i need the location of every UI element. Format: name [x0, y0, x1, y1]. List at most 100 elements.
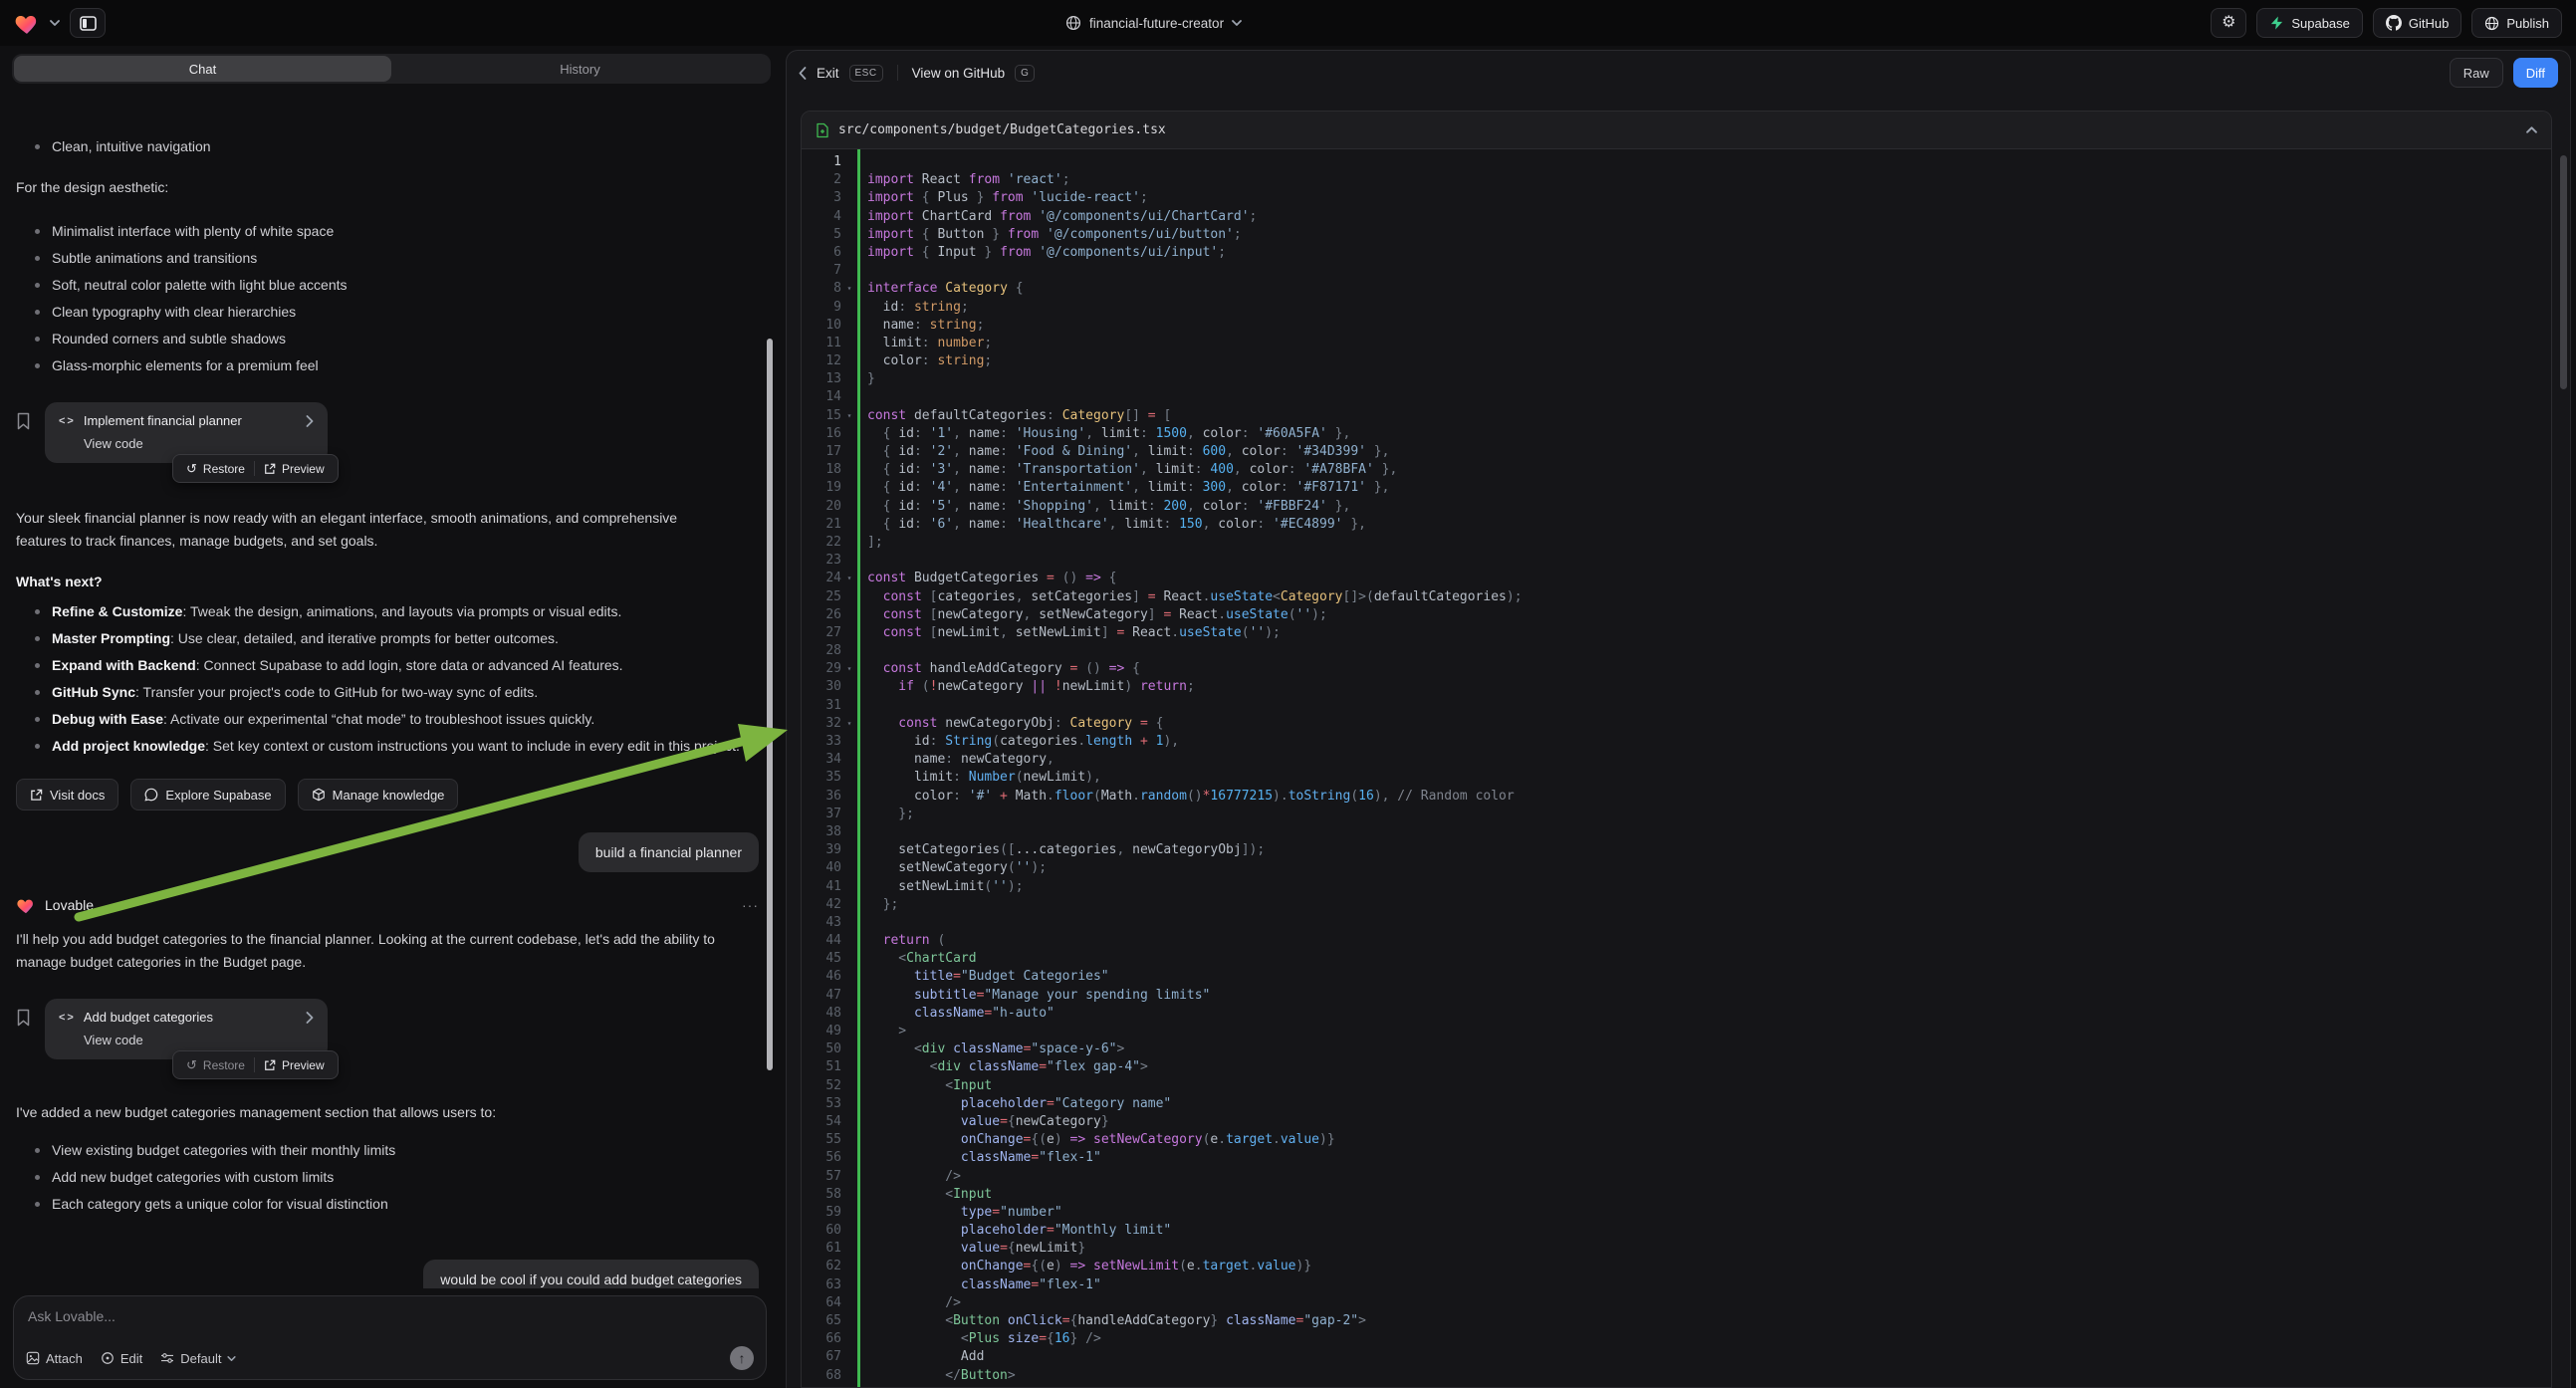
user-message-bubble: build a financial planner: [579, 832, 759, 872]
code-brackets-icon: <>: [59, 1012, 76, 1024]
raw-toggle-button[interactable]: Raw: [2450, 58, 2503, 88]
diff-toggle-button[interactable]: Diff: [2513, 58, 2558, 88]
globe-icon: [1065, 15, 1081, 31]
chevron-down-icon: [227, 1356, 236, 1361]
code-scrollbar[interactable]: [2560, 155, 2567, 389]
project-name: financial-future-creator: [1089, 16, 1224, 31]
code-line: 18 { id: '3', name: 'Transportation', li…: [802, 461, 2551, 479]
sidebar-toggle-button[interactable]: [70, 8, 106, 38]
code-line: 23: [802, 552, 2551, 570]
list-item: Glass-morphic elements for a premium fee…: [52, 352, 759, 379]
code-line: 21 { id: '6', name: 'Healthcare', limit:…: [802, 516, 2551, 534]
chat-input[interactable]: [28, 1308, 752, 1334]
code-line: 25 const [categories, setCategories] = R…: [802, 588, 2551, 606]
file-header-bar[interactable]: src/components/budget/BudgetCategories.t…: [802, 112, 2551, 149]
version-card-add-budget-categories[interactable]: <> Add budget categories View code ↺ Res…: [45, 999, 328, 1059]
code-line: 49 >: [802, 1023, 2551, 1041]
restore-button[interactable]: ↺ Restore: [177, 455, 254, 482]
code-line: 46 title="Budget Categories": [802, 968, 2551, 986]
package-icon: [312, 788, 326, 802]
code-line: 19 { id: '4', name: 'Entertainment', lim…: [802, 479, 2551, 497]
list-item: Soft, neutral color palette with light b…: [52, 272, 759, 299]
github-button[interactable]: GitHub: [2373, 8, 2461, 38]
code-line: 10 name: string;: [802, 317, 2551, 335]
attach-image-icon: [26, 1351, 40, 1365]
list-item: Add new budget categories with custom li…: [52, 1164, 759, 1191]
explore-supabase-button[interactable]: Explore Supabase: [130, 779, 285, 810]
file-diff-card: src/components/budget/BudgetCategories.t…: [801, 111, 2552, 1388]
code-line: 28: [802, 642, 2551, 660]
supabase-button[interactable]: Supabase: [2256, 8, 2363, 38]
chevron-left-icon: [799, 67, 807, 80]
view-code-link[interactable]: View code: [84, 1033, 314, 1047]
header-divider: [897, 65, 898, 81]
tab-history[interactable]: History: [391, 56, 769, 82]
list-item: Each category gets a unique color for vi…: [52, 1191, 759, 1218]
lovable-heart-icon: [16, 896, 36, 914]
chevron-right-icon: [306, 415, 314, 427]
code-line: 43: [802, 914, 2551, 932]
chat-panel: Chat History Clean, intuitive navigation…: [10, 46, 773, 1388]
assistant-name: Lovable: [45, 897, 94, 913]
edit-button[interactable]: Edit: [101, 1351, 142, 1366]
code-line: 11 limit: number;: [802, 335, 2551, 352]
view-code-link[interactable]: View code: [84, 436, 314, 451]
code-line: 36 color: '#' + Math.floor(Math.random()…: [802, 788, 2551, 806]
settings-button[interactable]: ⚙: [2211, 8, 2246, 38]
github-icon: [2386, 15, 2402, 31]
restore-preview-pill: ↺ Restore Preview: [172, 454, 339, 483]
list-item: Minimalist interface with plenty of whit…: [52, 218, 759, 245]
publish-button[interactable]: Publish: [2471, 8, 2562, 38]
tab-chat[interactable]: Chat: [14, 56, 391, 82]
list-item: View existing budget categories with the…: [52, 1137, 759, 1164]
lovable-logo-heart-icon[interactable]: [14, 11, 40, 35]
code-line: 56 className="flex-1": [802, 1149, 2551, 1167]
code-line: 2import React from 'react';: [802, 171, 2551, 189]
code-line: 47 subtitle="Manage your spending limits…: [802, 987, 2551, 1005]
model-selector[interactable]: Default: [160, 1351, 236, 1366]
version-card-block: <> Add budget categories View code ↺ Res…: [16, 999, 759, 1059]
code-line: 45 <ChartCard: [802, 950, 2551, 968]
bullet-list-top: Clean, intuitive navigation: [16, 133, 759, 160]
logo-chevron-down-icon[interactable]: [50, 20, 60, 26]
preview-button[interactable]: Preview: [255, 455, 334, 482]
send-button[interactable]: ↑: [730, 1346, 754, 1370]
code-line: 4import ChartCard from '@/components/ui/…: [802, 208, 2551, 226]
file-added-icon: [816, 122, 829, 138]
chat-history-tabs: Chat History: [12, 54, 771, 84]
chat-message-list[interactable]: Clean, intuitive navigation For the desi…: [10, 129, 773, 1288]
restore-icon: ↺: [186, 1058, 197, 1071]
added-bullet-list: View existing budget categories with the…: [16, 1137, 759, 1218]
code-line: 6import { Input } from '@/components/ui/…: [802, 244, 2551, 262]
code-viewer-header: Exit ESC View on GitHub G Raw Diff: [787, 51, 2570, 95]
code-line: 3import { Plus } from 'lucide-react';: [802, 189, 2551, 207]
code-line: 9 id: string;: [802, 299, 2551, 317]
code-content[interactable]: 12import React from 'react';3import { Pl…: [802, 149, 2551, 1387]
chat-scrollbar[interactable]: [767, 339, 773, 1070]
help-paragraph: I'll help you add budget categories to t…: [16, 928, 753, 974]
code-viewer-panel: Exit ESC View on GitHub G Raw Diff src/c…: [786, 50, 2571, 1388]
project-selector[interactable]: financial-future-creator: [1065, 0, 1242, 46]
more-options-icon[interactable]: ···: [742, 897, 759, 913]
exit-button[interactable]: Exit: [817, 66, 839, 81]
code-line: 63 className="flex-1": [802, 1276, 2551, 1294]
list-item: GitHub Sync: Transfer your project's cod…: [52, 679, 743, 706]
code-line: 40 setNewCategory('');: [802, 859, 2551, 877]
visit-docs-button[interactable]: Visit docs: [16, 779, 118, 810]
code-line: 42 };: [802, 896, 2551, 914]
manage-knowledge-button[interactable]: Manage knowledge: [298, 779, 459, 810]
code-line: 44 return (: [802, 932, 2551, 950]
project-chevron-down-icon: [1232, 20, 1242, 26]
version-card-implement-financial-planner[interactable]: <> Implement financial planner View code…: [45, 402, 328, 463]
restore-button[interactable]: ↺ Restore: [177, 1051, 254, 1078]
code-line: 15▾const defaultCategories: Category[] =…: [802, 407, 2551, 425]
preview-button[interactable]: Preview: [255, 1051, 334, 1078]
code-line: 30 if (!newCategory || !newLimit) return…: [802, 678, 2551, 696]
view-on-github-link[interactable]: View on GitHub: [912, 66, 1006, 81]
code-line: 67 Add: [802, 1348, 2551, 1366]
code-line: 62 onChange={(e) => setNewLimit(e.target…: [802, 1258, 2551, 1275]
collapse-chevron-up-icon[interactable]: [2526, 126, 2537, 133]
external-link-icon: [264, 1059, 276, 1071]
attach-button[interactable]: Attach: [26, 1351, 83, 1366]
bookmark-icon: [16, 1009, 31, 1027]
